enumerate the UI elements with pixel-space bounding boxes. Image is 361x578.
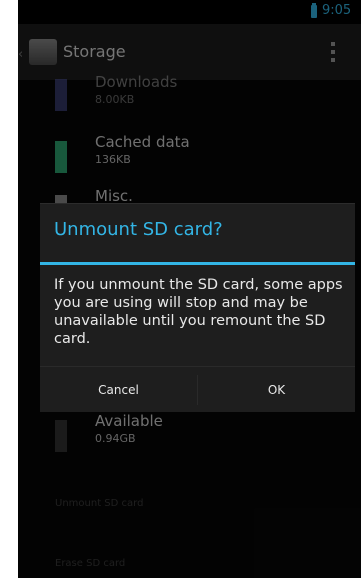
dialog-button-bar: Cancel OK <box>40 366 355 413</box>
dialog-title: Unmount SD card? <box>54 219 223 240</box>
unmount-dialog: Unmount SD card? If you unmount the SD c… <box>40 203 355 412</box>
phone-screen: 9:05 ‹ Storage Downloads 8.00KB Cached d… <box>18 0 361 578</box>
ok-button[interactable]: OK <box>198 367 355 413</box>
dialog-message: If you unmount the SD card, some apps yo… <box>54 277 343 347</box>
dialog-title-divider <box>40 262 355 265</box>
cancel-button[interactable]: Cancel <box>40 367 197 413</box>
